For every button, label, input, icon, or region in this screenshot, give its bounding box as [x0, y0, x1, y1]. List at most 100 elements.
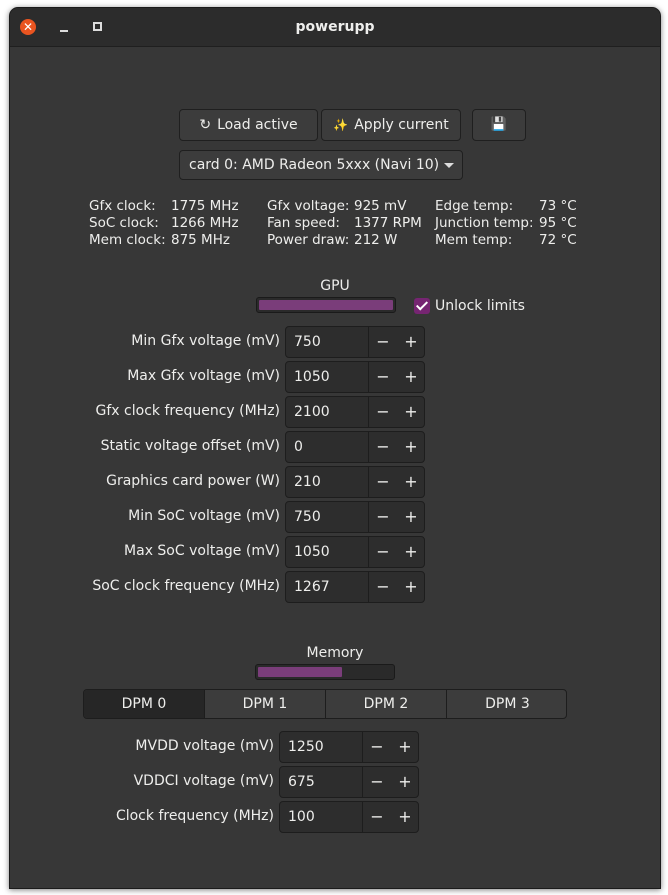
reload-icon: ↻: [199, 117, 212, 133]
stat-label: SoC clock:: [89, 215, 159, 231]
tab-dpm-3[interactable]: DPM 3: [447, 690, 566, 718]
stat-label: Mem clock:: [89, 232, 166, 248]
minus-button[interactable]: −: [369, 327, 397, 357]
stat-value: 1775 MHz: [171, 198, 239, 214]
memory-setting-value[interactable]: 675: [288, 767, 315, 797]
memory-setting-spinbutton: 1250 − +: [279, 731, 419, 763]
stat-label: Mem temp:: [435, 232, 513, 248]
gpu-setting-label: Graphics card power (W): [106, 473, 280, 489]
gpu-setting-spinbutton: 1050 − +: [285, 536, 425, 568]
gpu-setting-spinbutton: 750 − +: [285, 326, 425, 358]
gpu-setting-spinbutton: 1050 − +: [285, 361, 425, 393]
plus-button[interactable]: +: [397, 362, 425, 392]
gpu-setting-value[interactable]: 750: [294, 327, 321, 357]
stat-label: Gfx voltage:: [267, 198, 350, 214]
unlock-limits-checkbox[interactable]: [414, 298, 430, 314]
stat-label: Edge temp:: [435, 198, 514, 214]
minus-button[interactable]: −: [369, 432, 397, 462]
stat-value: 212 W: [354, 232, 398, 248]
minus-button[interactable]: −: [363, 802, 391, 832]
stat-label: Fan speed:: [267, 215, 340, 231]
memory-setting-value[interactable]: 100: [288, 802, 315, 832]
plus-button[interactable]: +: [397, 467, 425, 497]
plus-button[interactable]: +: [397, 537, 425, 567]
gpu-setting-value[interactable]: 1050: [294, 537, 330, 567]
gpu-section-title: GPU: [320, 278, 350, 294]
card-select[interactable]: card 0: AMD Radeon 5xxx (Navi 10): [179, 150, 463, 180]
memory-setting-spinbutton: 100 − +: [279, 801, 419, 833]
stats-values-col1: 1775 MHz 1266 MHz 875 MHz: [171, 198, 239, 249]
stats-values-col2: 925 mV 1377 RPM 212 W: [354, 198, 422, 249]
memory-setting-label: Clock frequency (MHz): [115, 808, 274, 824]
gpu-setting-value[interactable]: 750: [294, 502, 321, 532]
dpm-tabs: DPM 0 DPM 1 DPM 2 DPM 3: [83, 689, 567, 719]
memory-setting-label: MVDD voltage (mV): [135, 738, 274, 754]
minus-button[interactable]: −: [363, 732, 391, 762]
load-active-label: Load active: [217, 117, 298, 133]
tab-dpm-0[interactable]: DPM 0: [84, 690, 205, 718]
sparkle-icon: ✨: [333, 118, 349, 132]
plus-button[interactable]: +: [391, 732, 419, 762]
stat-value: 95 °C: [539, 215, 577, 231]
gpu-setting-label: Max SoC voltage (mV): [124, 543, 280, 559]
plus-button[interactable]: +: [397, 502, 425, 532]
memory-usage-fill: [258, 667, 342, 677]
minus-button[interactable]: −: [369, 397, 397, 427]
minus-button[interactable]: −: [369, 467, 397, 497]
gpu-setting-spinbutton: 2100 − +: [285, 396, 425, 428]
stat-value: 1377 RPM: [354, 215, 422, 231]
unlock-limits-label: Unlock limits: [435, 298, 525, 314]
gpu-setting-label: SoC clock frequency (MHz): [92, 578, 280, 594]
plus-button[interactable]: +: [397, 397, 425, 427]
gpu-setting-label: Min Gfx voltage (mV): [131, 333, 280, 349]
plus-button[interactable]: +: [397, 572, 425, 602]
memory-usage-bar: [255, 664, 395, 680]
chevron-down-icon: [444, 163, 454, 168]
save-button[interactable]: 💾: [472, 109, 526, 141]
gpu-setting-label: Max Gfx voltage (mV): [127, 368, 280, 384]
window-title: powerupp: [295, 19, 375, 35]
gpu-setting-value[interactable]: 0: [294, 432, 303, 462]
memory-setting-value[interactable]: 1250: [288, 732, 324, 762]
plus-button[interactable]: +: [391, 802, 419, 832]
stats-labels-col2: Gfx voltage: Fan speed: Power draw:: [267, 198, 349, 249]
gpu-setting-value[interactable]: 210: [294, 467, 321, 497]
minus-button[interactable]: −: [369, 362, 397, 392]
tab-dpm-1[interactable]: DPM 1: [205, 690, 326, 718]
apply-current-label: Apply current: [354, 117, 449, 133]
minus-button[interactable]: −: [369, 537, 397, 567]
memory-section-title: Memory: [306, 645, 364, 661]
stat-value: 1266 MHz: [171, 215, 239, 231]
stat-label: Power draw:: [267, 232, 350, 248]
stat-label: Junction temp:: [435, 215, 534, 231]
stat-value: 875 MHz: [171, 232, 230, 248]
load-active-button[interactable]: ↻ Load active: [179, 109, 318, 141]
stat-value: 72 °C: [539, 232, 577, 248]
minus-button[interactable]: −: [369, 502, 397, 532]
gpu-setting-value[interactable]: 2100: [294, 397, 330, 427]
gpu-setting-label: Min SoC voltage (mV): [128, 508, 280, 524]
minus-button[interactable]: −: [369, 572, 397, 602]
gpu-setting-spinbutton: 210 − +: [285, 466, 425, 498]
apply-current-button[interactable]: ✨ Apply current: [321, 109, 461, 141]
gpu-setting-spinbutton: 0 − +: [285, 431, 425, 463]
stats-labels-col3: Edge temp: Junction temp: Mem temp:: [435, 198, 534, 249]
plus-button[interactable]: +: [397, 327, 425, 357]
gpu-setting-value[interactable]: 1267: [294, 572, 330, 602]
app-window: ✕ powerupp ↻ Load active ✨ Apply current 💾…: [9, 7, 661, 889]
tab-dpm-2[interactable]: DPM 2: [326, 690, 447, 718]
gpu-setting-spinbutton: 750 − +: [285, 501, 425, 533]
memory-setting-spinbutton: 675 − +: [279, 766, 419, 798]
save-icon: 💾: [490, 117, 508, 132]
plus-button[interactable]: +: [391, 767, 419, 797]
gpu-usage-fill: [259, 300, 393, 310]
card-select-value: card 0: AMD Radeon 5xxx (Navi 10): [189, 157, 440, 173]
gpu-setting-value[interactable]: 1050: [294, 362, 330, 392]
gpu-usage-bar: [256, 297, 396, 313]
gpu-setting-label: Gfx clock frequency (MHz): [95, 403, 280, 419]
stat-value: 925 mV: [354, 198, 407, 214]
plus-button[interactable]: +: [397, 432, 425, 462]
memory-setting-label: VDDCI voltage (mV): [133, 773, 274, 789]
minus-button[interactable]: −: [363, 767, 391, 797]
stat-value: 73 °C: [539, 198, 577, 214]
